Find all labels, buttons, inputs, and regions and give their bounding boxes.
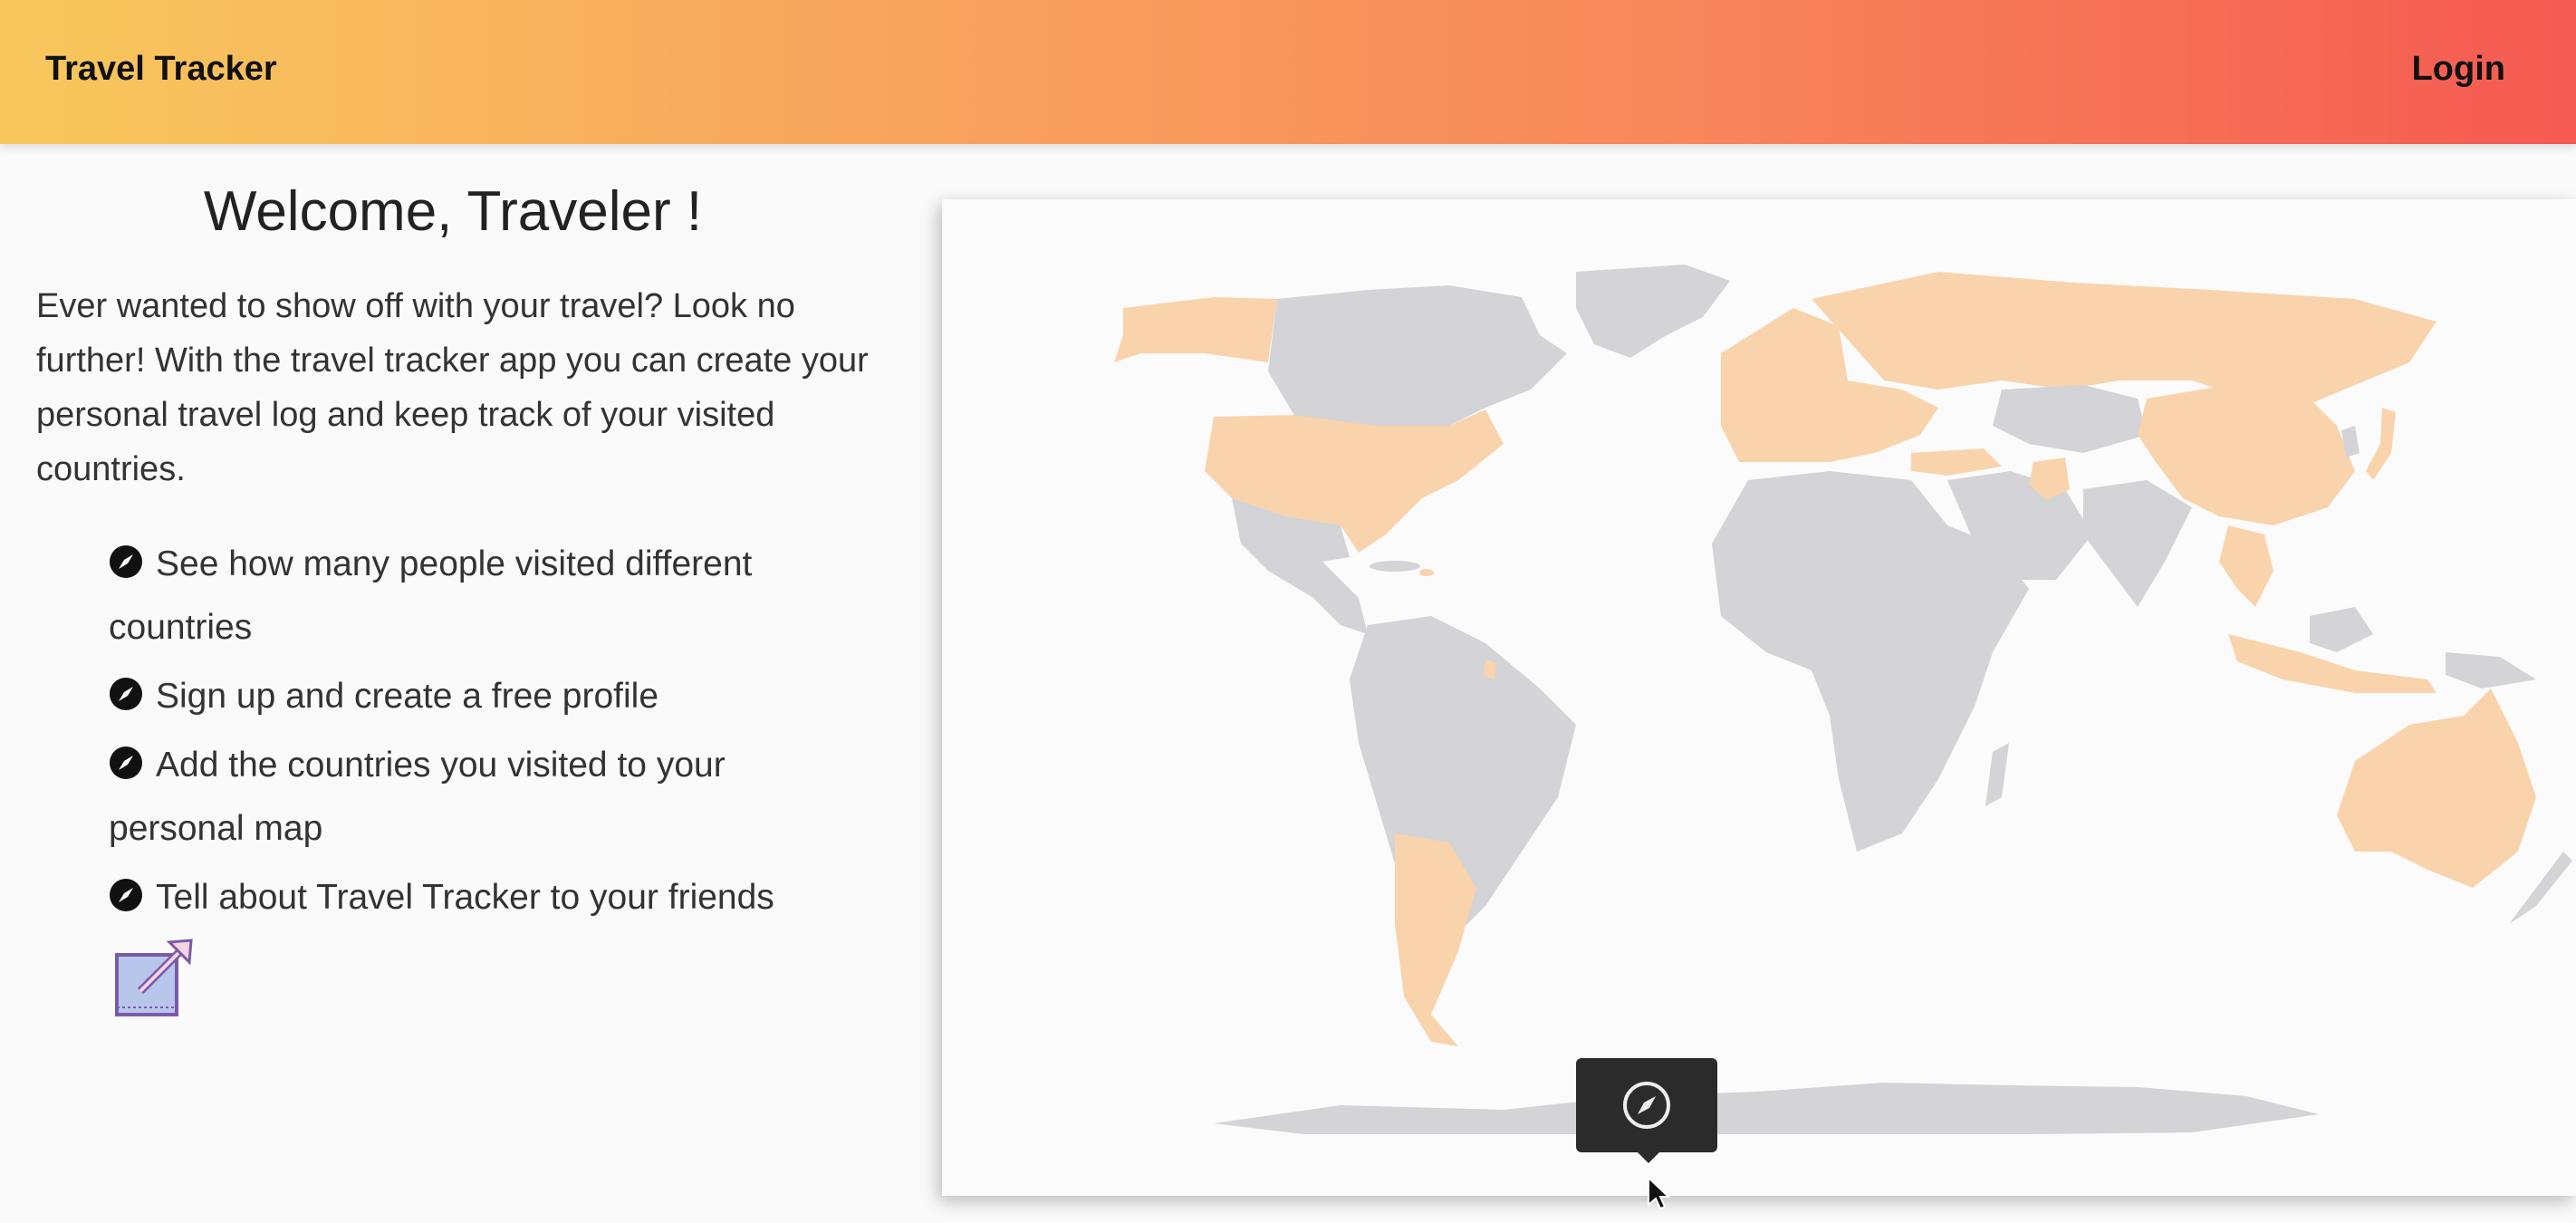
mouse-cursor-icon <box>1648 1176 1670 1210</box>
login-link[interactable]: Login <box>2412 50 2505 89</box>
brand-title[interactable]: Travel Tracker <box>45 50 277 89</box>
intro-paragraph: Ever wanted to show off with your travel… <box>36 287 869 488</box>
compass-icon <box>1623 1082 1670 1129</box>
map-region-borneo[interactable] <box>2310 607 2373 652</box>
list-item: See how many people visited different co… <box>109 533 833 660</box>
feature-list: See how many people visited different co… <box>109 533 833 929</box>
map-region-cuba[interactable] <box>1370 561 1420 572</box>
map-region-new-guinea[interactable] <box>2446 652 2536 689</box>
map-region-alaska[interactable] <box>1114 297 1277 362</box>
map-region-madagascar[interactable] <box>1985 743 2009 806</box>
compass-icon <box>110 678 142 710</box>
compass-icon <box>110 545 142 578</box>
map-region-southeast-asia[interactable] <box>2219 525 2273 607</box>
map-region-canada[interactable] <box>1268 285 1567 426</box>
map-region-caribbean[interactable] <box>1419 569 1434 576</box>
map-expand-icon <box>115 939 193 1016</box>
compass-icon <box>110 746 142 779</box>
welcome-heading: Welcome, Traveler ! <box>203 180 703 243</box>
map-region-greenland[interactable] <box>1576 265 1730 358</box>
compass-icon <box>110 879 142 911</box>
tooltip-arrow <box>1638 1152 1659 1163</box>
feature-text: Add the countries you visited to your pe… <box>109 746 726 848</box>
map-region-russia[interactable] <box>1812 272 2437 408</box>
map-region-new-zealand[interactable] <box>2509 852 2572 924</box>
feature-text: Sign up and create a free profile <box>156 677 659 716</box>
world-map[interactable] <box>942 199 2576 1196</box>
list-item: Tell about Travel Tracker to your friend… <box>109 866 833 929</box>
map-region-antarctica[interactable] <box>1214 1083 2319 1134</box>
welcome-panel: Welcome, Traveler ! Ever wanted to show … <box>36 172 870 1018</box>
top-navbar: Travel Tracker Login <box>0 0 2576 144</box>
map-region-turkey[interactable] <box>1911 448 2002 476</box>
tooltip-popup <box>1576 1058 1717 1152</box>
feature-text: Tell about Travel Tracker to your friend… <box>156 878 774 917</box>
map-region-australia[interactable] <box>2337 689 2536 888</box>
map-region-india[interactable] <box>2083 480 2192 607</box>
feature-text: See how many people visited different co… <box>109 544 753 647</box>
map-region-central-asia[interactable] <box>1993 385 2147 453</box>
list-item: Sign up and create a free profile <box>109 665 833 728</box>
map-region-japan[interactable] <box>2366 408 2396 480</box>
list-item: Add the countries you visited to your pe… <box>109 734 833 861</box>
